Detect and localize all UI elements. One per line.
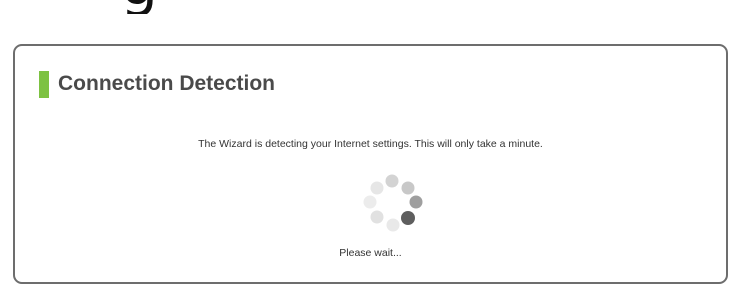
header-glyph-text: g — [120, 0, 158, 14]
spinner-dot — [386, 218, 400, 232]
spinner-dot — [385, 174, 399, 188]
spinner-dot — [401, 211, 415, 225]
cropped-header-glyph: g — [120, 0, 180, 14]
spinner-dot — [363, 195, 377, 209]
spinner-dot — [401, 181, 415, 195]
loading-spinner-icon — [363, 174, 423, 232]
connection-detection-panel: Connection Detection The Wizard is detec… — [13, 44, 728, 284]
spinner-dot — [370, 210, 384, 224]
title-accent-bar — [39, 70, 49, 98]
panel-title: Connection Detection — [58, 72, 276, 95]
panel-header: Connection Detection — [39, 70, 275, 98]
spinner-dot — [370, 181, 384, 195]
please-wait-text: Please wait... — [339, 247, 402, 259]
detection-message: The Wizard is detecting your Internet se… — [198, 138, 543, 150]
spinner-dot — [409, 195, 423, 209]
